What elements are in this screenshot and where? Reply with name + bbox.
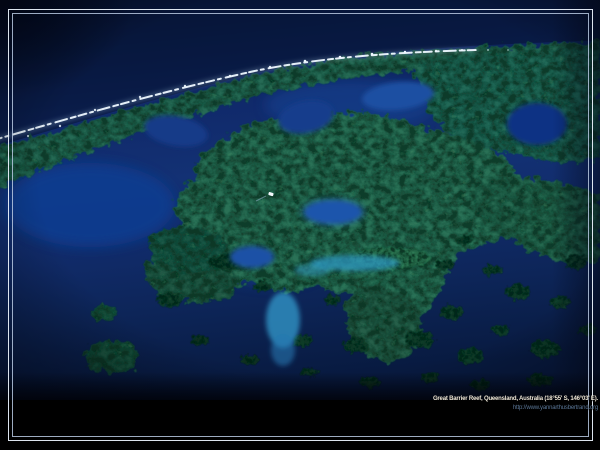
vignette-overlay — [0, 0, 600, 400]
photo-caption: Great Barrier Reef, Queensland, Australi… — [433, 395, 598, 403]
wallpaper-stage: Great Barrier Reef, Queensland, Australi… — [0, 0, 600, 450]
reef-aerial-photo — [0, 0, 600, 400]
caption: Great Barrier Reef, Queensland, Australi… — [433, 395, 598, 412]
photo-credit-url: http://www.yannarthusbertrand.org — [433, 404, 598, 412]
